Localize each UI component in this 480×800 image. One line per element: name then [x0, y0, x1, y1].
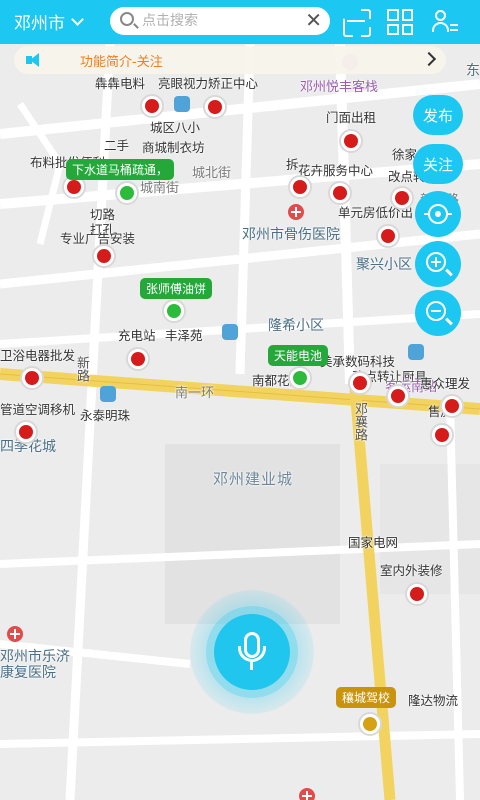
speaker-icon [26, 53, 46, 67]
map-marker[interactable] [430, 423, 454, 447]
map-marker[interactable] [203, 95, 227, 119]
label-telecom: 国家电网 [348, 535, 399, 550]
map-marker[interactable] [328, 181, 352, 205]
tag-driving[interactable]: 穰城驾校 [336, 687, 397, 708]
hospital-icon [299, 788, 315, 800]
city-selector[interactable]: 邓州市 [14, 9, 84, 34]
label-longda: 隆达物流 [408, 693, 459, 708]
label-xinlu: 新路 [74, 356, 89, 382]
city-name: 邓州市 [14, 14, 65, 34]
map-marker[interactable] [440, 394, 464, 418]
map-marker[interactable] [126, 347, 150, 371]
label-hotel: 邓州悦丰客栈 [300, 80, 379, 95]
label-longxi: 隆希小区 [268, 318, 324, 334]
label-chengqu: 城区八小 [150, 120, 201, 135]
tag-zhangshi[interactable]: 张师傅油饼 [140, 278, 213, 299]
label-juxing: 聚兴小区 [356, 257, 412, 273]
label-east: 东 [466, 63, 480, 79]
hospital-icon [288, 204, 304, 220]
map-marker[interactable] [92, 244, 116, 268]
follow-button[interactable]: 关注 [413, 144, 463, 184]
label-vision: 亮眼视力矫正中心 [158, 76, 259, 91]
notice-bar[interactable]: 功能简介-关注 [14, 46, 446, 74]
school-icon [174, 96, 190, 112]
bus-station-icon [408, 344, 424, 360]
voice-button[interactable] [214, 614, 290, 690]
label-dengxiang: 邓襄路 [352, 402, 367, 441]
scan-icon[interactable] [343, 9, 369, 35]
label-cheng-bei: 城北街 [192, 166, 232, 181]
map-marker[interactable] [390, 186, 414, 210]
label-secondhand: 二手 [104, 138, 130, 153]
label-shop-rent: 门面出租 [326, 110, 377, 125]
label-flower: 花卉服务中心 [298, 163, 374, 178]
map-marker-zhangshi[interactable] [162, 299, 186, 323]
label-demolish: 拆 [286, 157, 299, 172]
publish-button[interactable]: 发布 [413, 95, 463, 135]
map-marker[interactable] [386, 384, 410, 408]
zoom-out-button[interactable] [415, 290, 461, 336]
map-marker[interactable] [288, 175, 312, 199]
label-hospital: 邓州市骨伤医院 [242, 227, 340, 243]
map-marker[interactable] [140, 94, 164, 118]
notice-text: 功能简介-关注 [80, 55, 163, 70]
zoom-in-button[interactable] [415, 241, 461, 287]
chevron-right-icon[interactable] [421, 51, 437, 67]
label-decor: 室内外装修 [380, 563, 443, 578]
map-marker-plumbing[interactable] [115, 181, 139, 205]
map-marker[interactable] [339, 129, 363, 153]
label-ads: 专业广告安装 [60, 231, 136, 246]
label-pipe: 管道空调移机 [0, 402, 76, 417]
label-charging: 充电站 [118, 328, 156, 343]
map-marker[interactable] [20, 366, 44, 390]
residence-icon [222, 324, 238, 340]
residence-icon [100, 386, 116, 402]
chevron-down-icon [71, 13, 84, 26]
label-jianye: 邓州建业城 [213, 470, 294, 488]
label-bathroom: 卫浴电器批发 [0, 348, 76, 363]
label-rehab2: 康复医院 [0, 665, 56, 681]
label-yongtai: 永泰明珠 [80, 408, 131, 423]
label-fengze: 丰泽苑 [165, 328, 203, 343]
search-bar[interactable]: ✕ [110, 7, 330, 35]
locate-icon [424, 204, 452, 224]
map-marker[interactable] [14, 420, 38, 444]
map-marker[interactable] [348, 371, 372, 395]
grid-icon[interactable] [387, 9, 413, 35]
label-huizhong: 惠众理发 [420, 376, 471, 391]
search-icon [120, 12, 134, 26]
label-electric: 犇犇电料 [95, 76, 146, 91]
map-marker-tianneng[interactable] [288, 366, 312, 390]
tag-plumbing[interactable]: 下水道马桶疏通， [66, 159, 175, 180]
zoom-out-icon [426, 301, 453, 326]
map-marker-driving[interactable] [358, 712, 382, 736]
search-input[interactable] [142, 11, 292, 31]
label-ring: 南一环 [175, 386, 215, 401]
map-marker[interactable] [376, 224, 400, 248]
map-marker[interactable] [405, 582, 429, 606]
user-list-icon[interactable] [432, 9, 458, 35]
close-icon[interactable]: ✕ [305, 10, 322, 30]
hospital-icon [7, 626, 23, 642]
top-bar: 邓州市 ✕ [0, 0, 480, 44]
locate-button[interactable] [415, 191, 461, 237]
tag-tianneng[interactable]: 天能电池 [268, 345, 329, 366]
zoom-in-icon [426, 252, 453, 277]
label-clothing: 商城制衣坊 [142, 140, 205, 155]
